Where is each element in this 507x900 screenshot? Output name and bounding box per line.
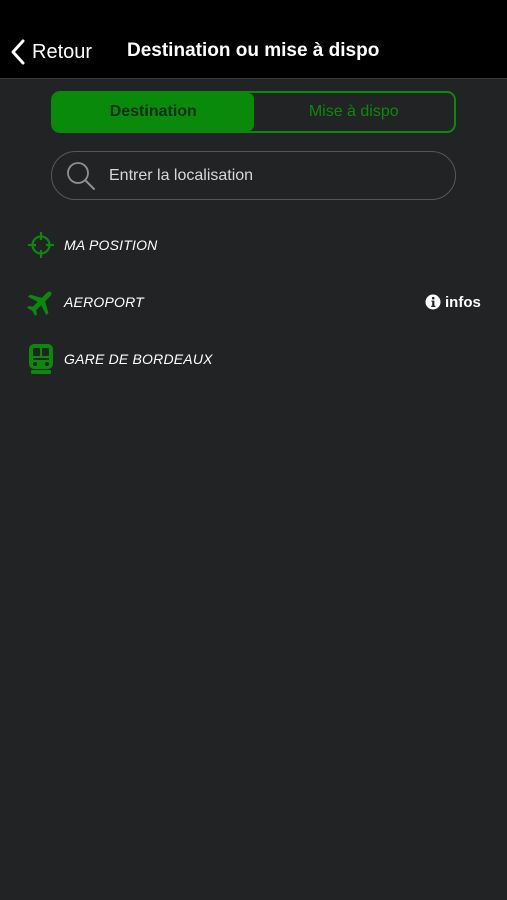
crosshair-icon — [24, 228, 58, 262]
list-item-gare-de-bordeaux[interactable]: GARE DE BORDEAUX — [24, 339, 484, 379]
search-icon — [65, 160, 97, 192]
search-input[interactable] — [107, 165, 431, 186]
list-item-aeroport[interactable]: AEROPORT — [24, 282, 484, 322]
back-label: Retour — [32, 40, 93, 63]
chevron-left-icon — [11, 39, 25, 65]
search-field[interactable] — [51, 151, 456, 200]
list-item-label: AEROPORT — [64, 294, 144, 310]
airplane-icon — [24, 285, 58, 319]
nav-bar: Retour Destination ou mise à dispo — [0, 0, 507, 79]
page-title: Destination ou mise à dispo — [127, 40, 380, 61]
list-item-label: GARE DE BORDEAUX — [64, 351, 213, 367]
screen: Retour Destination ou mise à dispo Desti… — [0, 0, 507, 900]
segmented-control: Destination Mise à dispo — [51, 91, 456, 133]
infos-button[interactable]: infos — [425, 292, 481, 312]
info-icon — [425, 294, 441, 310]
segment-mise-a-dispo[interactable]: Mise à dispo — [254, 93, 455, 131]
list-item-ma-position[interactable]: MA POSITION — [24, 225, 484, 265]
segment-destination[interactable]: Destination — [53, 93, 254, 131]
list-item-label: MA POSITION — [64, 237, 158, 253]
back-button[interactable]: Retour — [10, 36, 92, 68]
infos-label: infos — [445, 293, 481, 311]
train-icon — [24, 342, 58, 376]
